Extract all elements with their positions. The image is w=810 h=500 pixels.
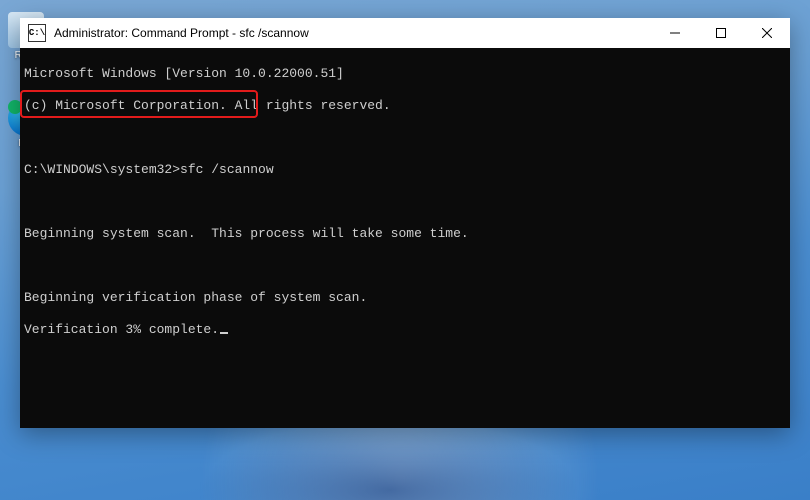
close-button[interactable] bbox=[744, 18, 790, 48]
command-prompt-window: C:\ Administrator: Command Prompt - sfc … bbox=[20, 18, 790, 428]
prompt-path: C:\WINDOWS\system32> bbox=[24, 162, 180, 177]
app-icon-text: C:\ bbox=[29, 28, 45, 38]
minimize-icon bbox=[670, 28, 680, 38]
titlebar[interactable]: C:\ Administrator: Command Prompt - sfc … bbox=[20, 18, 790, 48]
terminal-line-copyright: (c) Microsoft Corporation. All rights re… bbox=[24, 98, 786, 114]
terminal-blank-line bbox=[24, 130, 786, 146]
cursor-icon bbox=[220, 332, 228, 334]
command-prompt-icon: C:\ bbox=[28, 24, 46, 42]
wallpaper-bloom-dark bbox=[200, 420, 580, 500]
window-title: Administrator: Command Prompt - sfc /sca… bbox=[54, 26, 309, 40]
terminal-line-version: Microsoft Windows [Version 10.0.22000.51… bbox=[24, 66, 786, 82]
maximize-button[interactable] bbox=[698, 18, 744, 48]
minimize-button[interactable] bbox=[652, 18, 698, 48]
prompt-command: sfc /scannow bbox=[180, 162, 274, 177]
terminal-blank-line bbox=[24, 194, 786, 210]
terminal-line-prompt: C:\WINDOWS\system32>sfc /scannow bbox=[24, 162, 786, 178]
close-icon bbox=[762, 28, 772, 38]
terminal-output[interactable]: Microsoft Windows [Version 10.0.22000.51… bbox=[20, 48, 790, 428]
terminal-line-begin-scan: Beginning system scan. This process will… bbox=[24, 226, 786, 242]
terminal-blank-line bbox=[24, 258, 786, 274]
terminal-line-progress: Verification 3% complete. bbox=[24, 322, 786, 338]
terminal-line-verify-phase: Beginning verification phase of system s… bbox=[24, 290, 786, 306]
progress-text: Verification 3% complete. bbox=[24, 322, 219, 337]
maximize-icon bbox=[716, 28, 726, 38]
